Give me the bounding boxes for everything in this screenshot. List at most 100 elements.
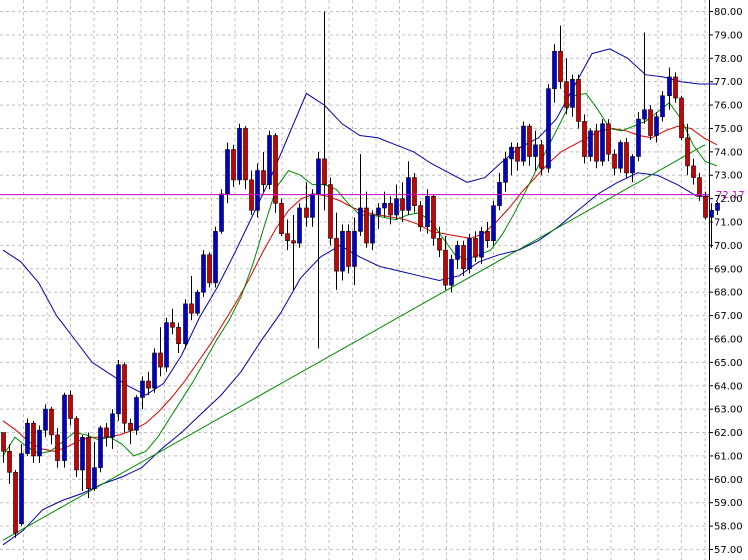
candle-down — [612, 153, 617, 169]
candle-up — [43, 408, 48, 431]
candle-up — [630, 156, 635, 174]
candle-down — [1, 432, 6, 452]
y-tick-label: 57.00 — [714, 545, 743, 556]
candle-down — [31, 422, 36, 457]
candle-up — [552, 50, 557, 89]
y-tick-label: 64.00 — [714, 381, 743, 392]
candle-up — [134, 397, 139, 431]
candle-down — [7, 450, 12, 473]
candle-down — [606, 123, 611, 155]
support-trendline — [2, 144, 706, 541]
candle-down — [170, 322, 175, 328]
y-tick-label: 68.00 — [714, 288, 743, 299]
candle-down — [68, 394, 73, 419]
candle-down — [697, 177, 702, 197]
candle-up — [213, 231, 218, 284]
candle-up — [509, 146, 514, 160]
y-tick-label: 77.00 — [714, 77, 743, 88]
y-tick-label: 72.00 — [714, 194, 743, 205]
candle-up — [406, 177, 411, 211]
candle-down — [304, 207, 309, 218]
y-tick-label: 59.00 — [714, 498, 743, 509]
candle-down — [273, 135, 278, 204]
candle-down — [443, 249, 448, 286]
candle-up — [80, 436, 85, 471]
candle-up — [588, 130, 593, 157]
candle-up — [98, 427, 103, 468]
candle-up — [183, 303, 188, 344]
candle-down — [231, 149, 236, 181]
price-axis: 57.00 58.00 59.00 60.00 61.00 62.00 63.00 64.00… — [709, 0, 743, 560]
candle-up — [503, 158, 508, 183]
candle-up — [358, 207, 363, 232]
candle-down — [13, 472, 18, 534]
y-tick-label: 62.00 — [714, 428, 743, 439]
candle-up — [225, 149, 230, 195]
candle-down — [594, 130, 599, 162]
candle-down — [679, 97, 684, 139]
candle-down — [412, 177, 417, 206]
y-tick-label: 65.00 — [714, 358, 743, 369]
candle-down — [558, 50, 563, 82]
candle-up — [237, 128, 242, 181]
candle-down — [388, 203, 393, 216]
candle-down — [461, 245, 466, 270]
candle-down — [189, 303, 194, 314]
y-tick-label: 66.00 — [714, 334, 743, 345]
candle-up — [352, 231, 357, 267]
candle-up — [660, 95, 665, 118]
candle-down — [582, 121, 587, 157]
candle-down — [176, 326, 181, 344]
y-tick-label: 67.00 — [714, 311, 743, 322]
indicators — [2, 48, 718, 546]
y-tick-label: 73.00 — [714, 171, 743, 182]
candle-down — [648, 109, 653, 136]
candle-up — [570, 79, 575, 108]
candle-down — [400, 198, 405, 211]
y-tick-label: 71.00 — [714, 218, 743, 229]
y-tick-label: 69.00 — [714, 264, 743, 275]
candle-up — [455, 245, 460, 260]
candle-down — [576, 79, 581, 122]
y-tick-label: 58.00 — [714, 522, 743, 533]
candle-down — [146, 380, 151, 389]
candle-down — [515, 146, 520, 162]
candle-down — [564, 81, 569, 108]
candle-up — [110, 413, 115, 438]
candle-down — [261, 170, 266, 185]
candle-down — [279, 203, 284, 235]
candle-down — [685, 137, 690, 167]
candle-up — [195, 291, 200, 314]
candle-down — [703, 195, 708, 218]
candle-up — [467, 238, 472, 270]
candle-up — [255, 170, 260, 211]
candle-up — [642, 109, 647, 120]
candle-up — [636, 118, 641, 157]
candle-up — [491, 205, 496, 242]
candle-up — [164, 322, 169, 368]
candle-up — [618, 142, 623, 169]
candle-up — [654, 116, 659, 136]
candle-up — [709, 210, 714, 218]
candle-down — [207, 254, 212, 284]
candle-up — [449, 259, 454, 286]
candle-down — [122, 364, 127, 424]
y-tick-label: 74.00 — [714, 147, 743, 158]
candle-up — [521, 125, 526, 162]
candle-down — [539, 144, 544, 169]
candle-down — [158, 352, 163, 368]
candle-up — [116, 364, 121, 415]
candle-down — [74, 418, 79, 471]
y-tick-label: 70.00 — [714, 241, 743, 252]
candle-down — [104, 427, 109, 438]
candle-down — [418, 205, 423, 228]
candle-up — [340, 231, 345, 272]
candle-up — [37, 429, 42, 457]
candle-up — [376, 207, 381, 216]
candle-down — [431, 195, 436, 239]
candle-down — [86, 436, 91, 489]
candle-up — [92, 467, 97, 489]
candle-down — [691, 165, 696, 178]
candle-up — [425, 195, 430, 228]
candle-down — [364, 207, 369, 244]
